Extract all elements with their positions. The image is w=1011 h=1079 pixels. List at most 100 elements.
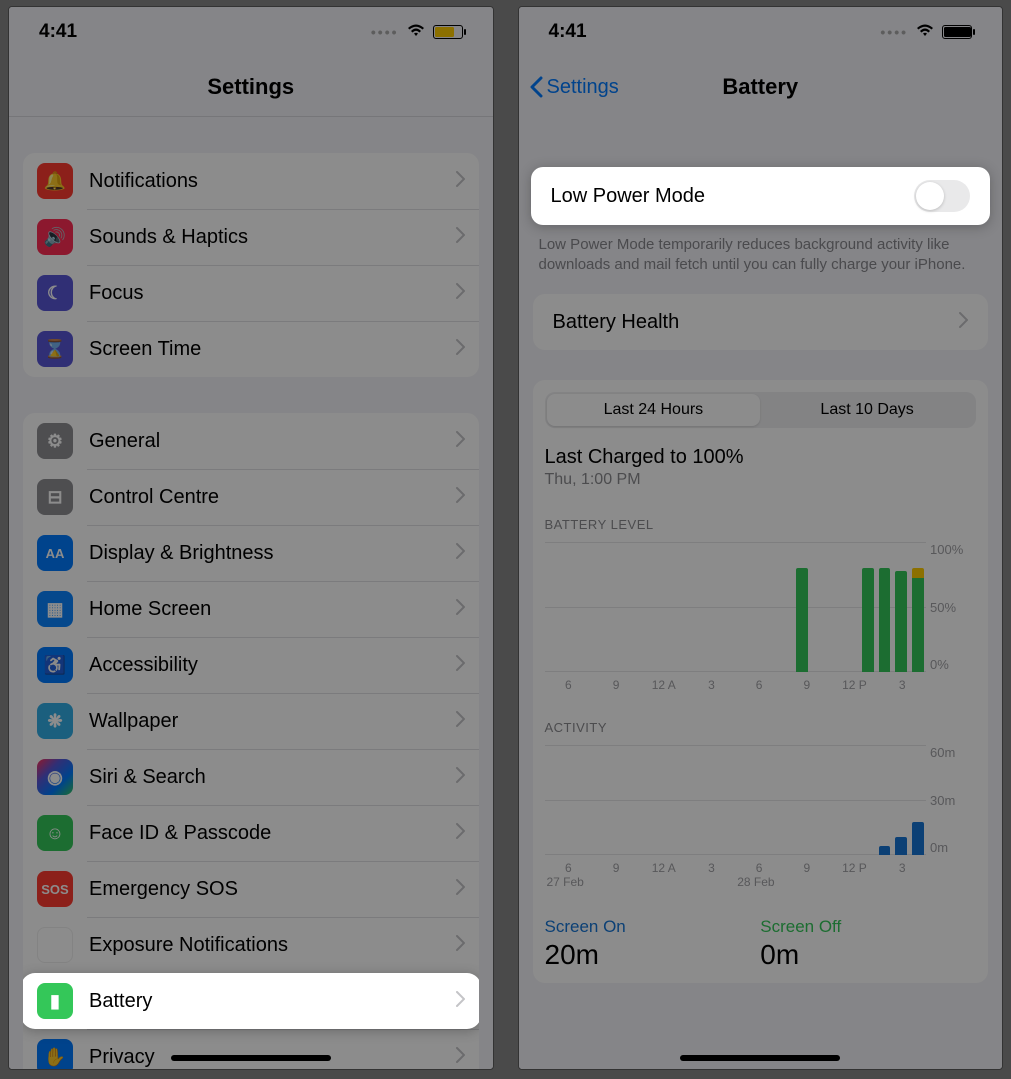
settings-row-privacy[interactable]: ✋Privacy — [23, 1029, 479, 1070]
page-title: Settings — [207, 74, 294, 100]
chevron-right-icon — [456, 543, 465, 564]
settings-row-accessibility[interactable]: ♿ Accessibility — [23, 637, 479, 693]
row-label: Accessibility — [89, 654, 456, 677]
chevron-right-icon — [456, 1047, 465, 1068]
moon-icon: ☾ — [37, 275, 73, 311]
face-icon: ☺ — [37, 815, 73, 851]
row-label: Emergency SOS — [89, 878, 456, 901]
row-label: Notifications — [89, 170, 456, 193]
nav-header: Settings — [9, 57, 493, 117]
settings-row-home[interactable]: ▦Home Screen — [23, 581, 479, 637]
battery-screen: 4:41 •••• Settings Battery Low Power Mod… — [518, 6, 1004, 1070]
screen-on-label: Screen On — [545, 917, 761, 937]
row-label: Siri & Search — [89, 766, 456, 789]
time-range-segment: Last 24 Hours Last 10 Days — [545, 392, 977, 428]
nav-header: Settings Battery — [519, 57, 1003, 117]
home-indicator[interactable] — [680, 1055, 840, 1061]
wifi-icon — [407, 21, 425, 43]
low-power-mode-label: Low Power Mode — [551, 185, 915, 208]
siri-icon: ◉ — [37, 759, 73, 795]
last-charged-title: Last Charged to 100% — [545, 446, 977, 469]
segment-10d[interactable]: Last 10 Days — [760, 394, 974, 426]
settings-row-siri[interactable]: ◉ Siri & Search — [23, 749, 479, 805]
back-button[interactable]: Settings — [529, 76, 619, 99]
chevron-right-icon — [456, 711, 465, 732]
covid-icon: ☀ — [37, 927, 73, 963]
segment-24h[interactable]: Last 24 Hours — [547, 394, 761, 426]
screen-on-value: 20m — [545, 939, 761, 971]
row-label: Control Centre — [89, 486, 456, 509]
aa-icon: AA — [37, 535, 73, 571]
wifi-icon — [916, 21, 934, 43]
settings-row-notifications[interactable]: 🔔 Notifications — [23, 153, 479, 209]
chevron-right-icon — [456, 487, 465, 508]
battery-level-chart: 100%50%0% — [545, 542, 977, 672]
settings-row-exposure[interactable]: ☀ Exposure Notifications — [23, 917, 479, 973]
screen-off-label: Screen Off — [760, 917, 976, 937]
settings-screen: 4:41 •••• Settings 🔔 Notifications 🔊 Sounds… — [8, 6, 494, 1070]
settings-row-general[interactable]: ⚙ General — [23, 413, 479, 469]
low-power-mode-description: Low Power Mode temporarily reduces backg… — [519, 225, 1003, 294]
battery-level-label: BATTERY LEVEL — [545, 517, 977, 532]
status-bar: 4:41 •••• — [9, 7, 493, 57]
cellular-icon: •••• — [880, 24, 908, 40]
clock: 4:41 — [549, 21, 587, 43]
chevron-right-icon — [456, 339, 465, 360]
row-label: Face ID & Passcode — [89, 822, 456, 845]
settings-row-screentime[interactable]: ⌛Screen Time — [23, 321, 479, 377]
person-icon: ♿ — [37, 647, 73, 683]
screen-off-value: 0m — [760, 939, 976, 971]
speaker-icon: 🔊 — [37, 219, 73, 255]
back-label: Settings — [547, 76, 619, 99]
bell-icon: 🔔 — [37, 163, 73, 199]
settings-row-control[interactable]: ⊟ Control Centre — [23, 469, 479, 525]
battery-icon: ▮ — [37, 983, 73, 1019]
chevron-left-icon — [529, 76, 543, 98]
low-power-mode-row[interactable]: Low Power Mode — [531, 167, 991, 225]
settings-row-focus[interactable]: ☾ Focus — [23, 265, 479, 321]
chevron-right-icon — [456, 171, 465, 192]
last-charged-time: Thu, 1:00 PM — [545, 471, 977, 489]
battery-health-label: Battery Health — [553, 311, 960, 334]
hourglass-icon: ⌛ — [37, 331, 73, 367]
chevron-right-icon — [456, 935, 465, 956]
usage-card: Last 24 Hours Last 10 Days Last Charged … — [533, 380, 989, 983]
chevron-right-icon — [456, 227, 465, 248]
low-power-mode-toggle[interactable] — [914, 180, 970, 212]
chevron-right-icon — [456, 991, 465, 1012]
page-title: Battery — [722, 74, 798, 100]
chevron-right-icon — [456, 283, 465, 304]
settings-row-sos[interactable]: SOS Emergency SOS — [23, 861, 479, 917]
sos-icon: SOS — [37, 871, 73, 907]
home-indicator[interactable] — [171, 1055, 331, 1061]
settings-row-faceid[interactable]: ☺ Face ID & Passcode — [23, 805, 479, 861]
status-bar: 4:41 •••• — [519, 7, 1003, 57]
settings-row-battery[interactable]: ▮ Battery — [23, 973, 479, 1029]
settings-row-display[interactable]: AA Display & Brightness — [23, 525, 479, 581]
settings-row-wallpaper[interactable]: ❋ Wallpaper — [23, 693, 479, 749]
chevron-right-icon — [456, 767, 465, 788]
row-label: Display & Brightness — [89, 542, 456, 565]
row-label: Wallpaper — [89, 710, 456, 733]
chevron-right-icon — [456, 879, 465, 900]
chevron-right-icon — [456, 599, 465, 620]
row-label: Exposure Notifications — [89, 934, 456, 957]
row-label: Sounds & Haptics — [89, 226, 456, 249]
row-label: General — [89, 430, 456, 453]
row-label: Focus — [89, 282, 456, 305]
gear-icon: ⚙ — [37, 423, 73, 459]
cellular-icon: •••• — [371, 24, 399, 40]
screen-stats: Screen On 20m Screen Off 0m — [545, 917, 977, 971]
flower-icon: ❋ — [37, 703, 73, 739]
chevron-right-icon — [456, 431, 465, 452]
battery-health-row[interactable]: Battery Health — [533, 294, 989, 350]
row-label: Home Screen — [89, 598, 456, 621]
chevron-right-icon — [456, 823, 465, 844]
switches-icon: ⊟ — [37, 479, 73, 515]
activity-label: ACTIVITY — [545, 720, 977, 735]
battery-status-icon — [433, 25, 463, 39]
chevron-right-icon — [959, 312, 968, 333]
settings-row-sounds[interactable]: 🔊 Sounds & Haptics — [23, 209, 479, 265]
row-label: Battery — [89, 990, 456, 1013]
chevron-right-icon — [456, 655, 465, 676]
